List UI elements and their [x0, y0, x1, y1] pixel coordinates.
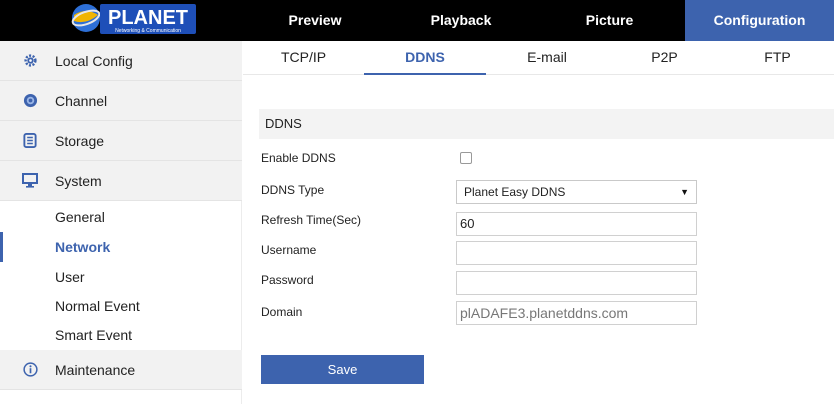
- username-input[interactable]: [456, 241, 697, 265]
- enable-ddns-label: Enable DDNS: [261, 151, 336, 165]
- subtab-ddns[interactable]: DDNS: [364, 41, 486, 75]
- logo-tagline: Networking & Communication: [115, 28, 181, 34]
- info-icon: [22, 362, 38, 378]
- tab-picture[interactable]: Picture: [534, 0, 685, 41]
- sidebar-item-maintenance[interactable]: Maintenance: [0, 350, 242, 390]
- storage-icon: [22, 133, 38, 149]
- sidebar-item-system[interactable]: System: [0, 161, 242, 201]
- sidebar-item-network[interactable]: Network: [0, 232, 242, 262]
- tab-configuration[interactable]: Configuration: [685, 0, 834, 41]
- gear-icon: [22, 53, 38, 69]
- sidebar-item-label: System: [55, 172, 102, 189]
- sidebar-item-smart-event[interactable]: Smart Event: [0, 320, 242, 350]
- domain-input[interactable]: plADAFE3.planetddns.com: [456, 301, 697, 325]
- sidebar-item-user[interactable]: User: [0, 262, 242, 292]
- refresh-time-label: Refresh Time(Sec): [261, 213, 362, 227]
- logo-text: PLANET: [108, 7, 188, 29]
- sidebar-item-label: Channel: [55, 92, 108, 109]
- sidebar-item-label: Maintenance: [55, 361, 136, 378]
- refresh-time-input[interactable]: 60: [456, 212, 697, 236]
- sidebar-item-normal-event[interactable]: Normal Event: [0, 291, 242, 321]
- section-title: DDNS: [259, 109, 834, 139]
- sidebar: Local Config Channel Storage System Gene…: [0, 41, 242, 404]
- network-subtabs: TCP/IP DDNS E-mail P2P FTP: [243, 41, 834, 75]
- sidebar-item-general[interactable]: General: [0, 202, 242, 232]
- ddns-type-label: DDNS Type: [261, 183, 325, 197]
- top-nav-bar: PLANET Networking & Communication Previe…: [0, 0, 834, 41]
- sidebar-item-channel[interactable]: Channel: [0, 81, 242, 121]
- dropdown-arrow-icon: ▼: [680, 187, 689, 197]
- ddns-type-value: Planet Easy DDNS: [464, 185, 566, 199]
- enable-ddns-checkbox[interactable]: [460, 152, 472, 164]
- channel-icon: [22, 93, 38, 109]
- subtab-p2p[interactable]: P2P: [608, 41, 721, 75]
- planet-logo: PLANET Networking & Communication: [68, 1, 198, 37]
- monitor-icon: [22, 173, 38, 189]
- sidebar-item-local-config[interactable]: Local Config: [0, 41, 242, 81]
- password-input[interactable]: [456, 271, 697, 295]
- subtab-email[interactable]: E-mail: [486, 41, 608, 75]
- save-button[interactable]: Save: [261, 355, 424, 384]
- password-label: Password: [261, 273, 314, 287]
- subtab-ftp[interactable]: FTP: [721, 41, 834, 75]
- sidebar-item-label: Storage: [55, 132, 105, 149]
- domain-label: Domain: [261, 305, 303, 319]
- username-label: Username: [261, 243, 317, 257]
- sidebar-item-storage[interactable]: Storage: [0, 121, 242, 161]
- tab-playback[interactable]: Playback: [388, 0, 534, 41]
- ddns-type-select[interactable]: Planet Easy DDNS ▼: [456, 180, 697, 204]
- sidebar-item-label: Local Config: [55, 52, 133, 69]
- subtab-tcpip[interactable]: TCP/IP: [243, 41, 364, 75]
- tab-preview[interactable]: Preview: [242, 0, 388, 41]
